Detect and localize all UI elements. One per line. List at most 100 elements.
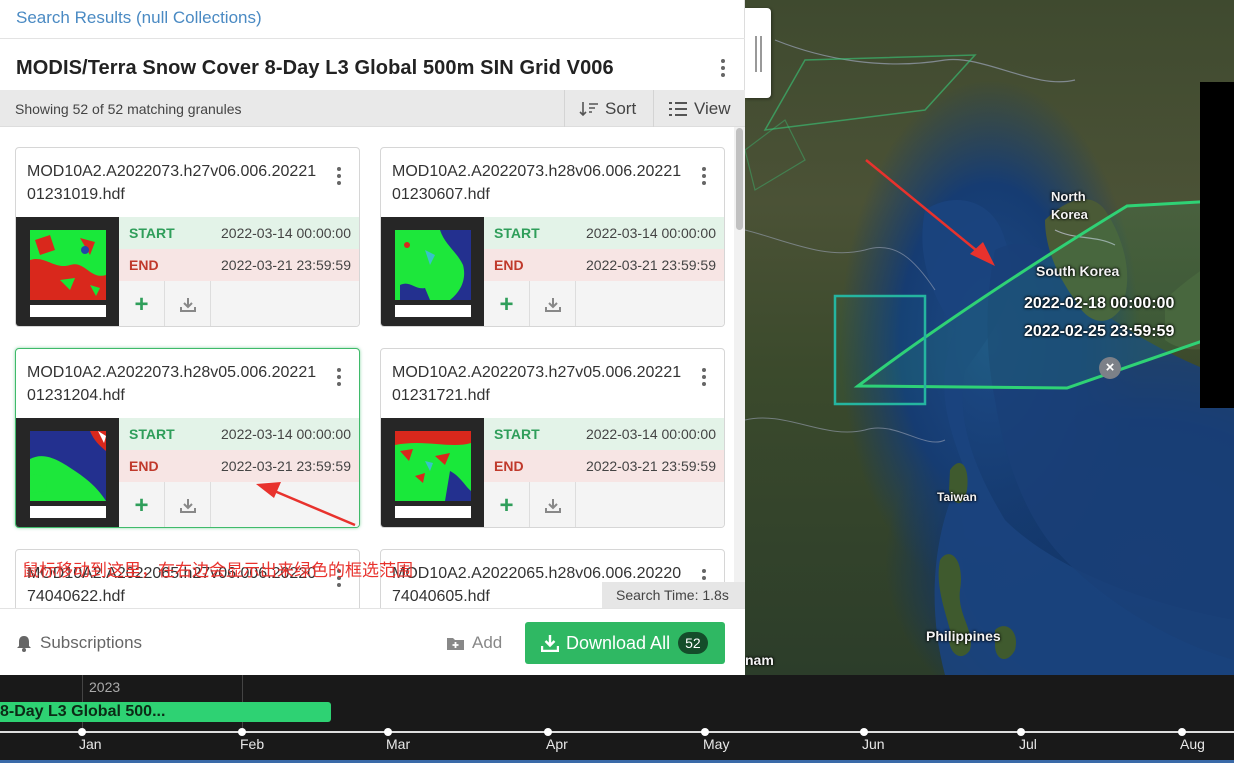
granule-panel: Search Results (null Collections) MODIS/… [0, 0, 745, 675]
thumbnail-legend [395, 506, 471, 518]
sort-label: Sort [605, 98, 637, 118]
collection-more-icon[interactable] [720, 59, 726, 80]
folder-plus-icon [447, 637, 464, 650]
end-label: END [494, 458, 524, 474]
download-icon [544, 498, 561, 513]
download-granule-button[interactable] [530, 281, 576, 326]
download-granule-button[interactable] [530, 482, 576, 527]
start-label: START [494, 225, 540, 241]
add-granule-button[interactable]: + [119, 281, 165, 326]
granule-name: MOD10A2.A2022073.h27v06.006.202210123101… [27, 163, 317, 203]
end-value: 2022-03-21 23:59:59 [221, 257, 351, 273]
map-granule-start: 2022-02-18 00:00:00 [1024, 295, 1175, 312]
add-project-button[interactable]: Add [446, 633, 502, 653]
timeline-tick-dot [238, 728, 246, 736]
end-value: 2022-03-21 23:59:59 [221, 458, 351, 474]
panel-resize-handle[interactable] [745, 8, 771, 98]
granule-list[interactable]: MOD10A2.A2022073.h27v06.006.202210123101… [0, 127, 745, 608]
view-button[interactable]: View [653, 90, 745, 127]
timeline-month-label: Apr [546, 736, 568, 752]
results-toolbar: Showing 52 of 52 matching granules Sort … [0, 90, 745, 127]
divider [0, 38, 745, 39]
end-row: END 2022-03-21 23:59:59 [119, 450, 359, 482]
end-row: END 2022-03-21 23:59:59 [484, 249, 724, 281]
timeline-month-label: Jan [79, 736, 102, 752]
timeline-month-label: Feb [240, 736, 265, 752]
timeline[interactable]: 2023 8-Day L3 Global 500... Jan Feb Mar Apr… [0, 675, 1234, 763]
download-icon [544, 297, 561, 312]
search-time: Search Time: 1.8s [602, 582, 745, 608]
map-label-south-korea: South Korea [1036, 263, 1120, 279]
start-value: 2022-03-14 00:00:00 [221, 225, 351, 241]
granule-card[interactable]: MOD10A2.A2022073.h28v06.006.202210123060… [380, 147, 725, 327]
timeline-month-label: Mar [386, 736, 411, 752]
thumbnail-image [30, 230, 106, 300]
granule-actions: + [119, 281, 359, 326]
map-label-vietnam-partial: nam [745, 652, 774, 668]
view-label: View [694, 98, 731, 118]
download-count-badge: 52 [678, 632, 708, 654]
timeline-month-label: Jun [862, 736, 885, 752]
timeline-month-label: Jul [1019, 736, 1037, 752]
timeline-axis [0, 731, 1234, 733]
timeline-tick-dot [860, 728, 868, 736]
granule-thumbnail[interactable] [16, 217, 119, 326]
sort-button[interactable]: Sort [564, 90, 653, 127]
granule-name: MOD10A2.A2022073.h28v06.006.202210123060… [392, 163, 682, 203]
granule-name: MOD10A2.A2022073.h28v05.006.202210123120… [27, 364, 317, 404]
start-row: START 2022-03-14 00:00:00 [484, 418, 724, 450]
start-row: START 2022-03-14 00:00:00 [119, 418, 359, 450]
granule-more-icon[interactable] [701, 167, 707, 188]
download-granule-button[interactable] [165, 281, 211, 326]
granule-actions: + [484, 482, 724, 527]
subscriptions-label: Subscriptions [40, 633, 143, 652]
start-row: START 2022-03-14 00:00:00 [484, 217, 724, 249]
download-granule-button[interactable] [165, 482, 211, 527]
granule-name: MOD10A2.A2022073.h27v05.006.202210123172… [392, 364, 682, 404]
search-results-link[interactable]: Search Results (null Collections) [16, 8, 262, 28]
granule-thumbnail[interactable] [381, 418, 484, 527]
map-label-taiwan: Taiwan [937, 490, 977, 504]
end-label: END [494, 257, 524, 273]
granule-card[interactable]: MOD10A2.A2022073.h27v06.006.202210123101… [15, 147, 360, 327]
download-icon [179, 297, 196, 312]
start-row: START 2022-03-14 00:00:00 [119, 217, 359, 249]
end-row: END 2022-03-21 23:59:59 [119, 249, 359, 281]
timeline-month-label: May [703, 736, 730, 752]
start-value: 2022-03-14 00:00:00 [221, 426, 351, 442]
granule-more-icon[interactable] [701, 368, 707, 389]
end-value: 2022-03-21 23:59:59 [586, 257, 716, 273]
timeline-collection-bar[interactable]: 8-Day L3 Global 500... [0, 702, 331, 722]
granule-more-icon[interactable] [336, 167, 342, 188]
granule-more-icon[interactable] [336, 368, 342, 389]
list-view-icon [669, 101, 687, 116]
collection-title: MODIS/Terra Snow Cover 8-Day L3 Global 5… [16, 57, 614, 79]
granule-actions: + [484, 281, 724, 326]
download-icon [179, 498, 196, 513]
close-icon[interactable]: × [1099, 357, 1121, 379]
add-granule-button[interactable]: + [119, 482, 165, 527]
download-all-button[interactable]: Download All 52 [525, 622, 725, 664]
timeline-tick-dot [1017, 728, 1025, 736]
map-label-north-korea-2: Korea [1051, 207, 1088, 222]
map-label-north-korea-1: North [1051, 189, 1086, 204]
thumbnail-legend [395, 305, 471, 317]
add-granule-button[interactable]: + [484, 482, 530, 527]
results-count: Showing 52 of 52 matching granules [15, 101, 242, 117]
granule-thumbnail[interactable] [381, 217, 484, 326]
download-all-label: Download All [566, 632, 671, 653]
start-label: START [129, 426, 175, 442]
map-view[interactable]: North Korea South Korea Taiwan Philippin… [745, 0, 1234, 675]
scrollbar-thumb[interactable] [736, 128, 743, 230]
map-label-philippines: Philippines [926, 628, 1001, 644]
add-granule-button[interactable]: + [484, 281, 530, 326]
subscriptions-button[interactable]: Subscriptions [16, 633, 142, 653]
granule-actions: + [119, 482, 359, 527]
start-label: START [494, 426, 540, 442]
granule-card[interactable]: MOD10A2.A2022073.h27v05.006.202210123172… [380, 348, 725, 528]
start-label: START [129, 225, 175, 241]
granule-thumbnail[interactable] [16, 418, 119, 527]
granule-card-active[interactable]: MOD10A2.A2022073.h28v05.006.202210123120… [15, 348, 360, 528]
thumbnail-legend [30, 506, 106, 518]
thumbnail-legend [30, 305, 106, 317]
